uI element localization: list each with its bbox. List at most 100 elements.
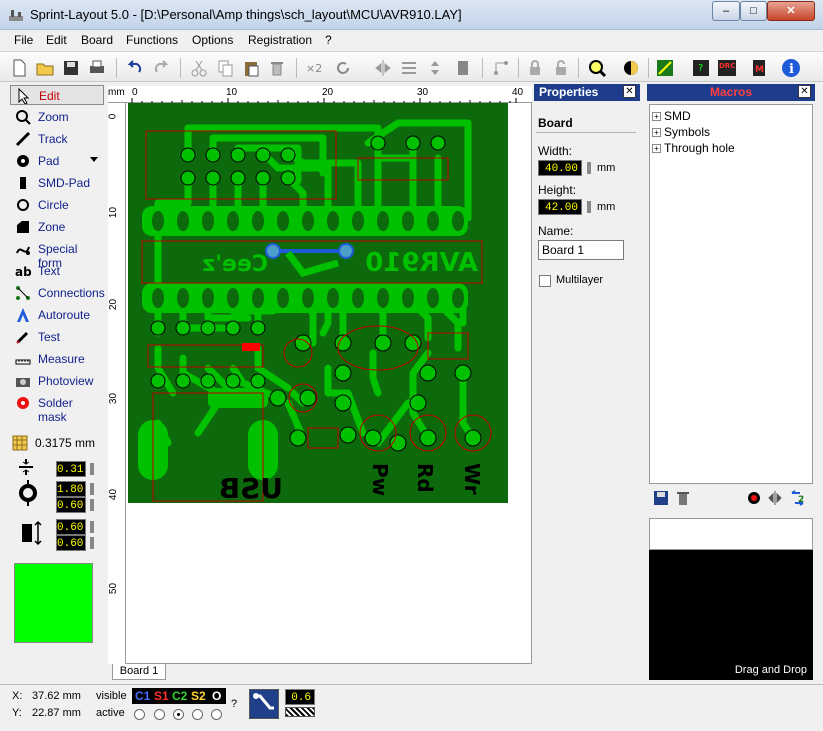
layer-s1[interactable]: S1 [154, 689, 169, 703]
arrow-cursor-icon [18, 88, 30, 104]
tool-text[interactable]: ab| Text [10, 261, 104, 281]
tool-autoroute[interactable]: Autoroute [10, 305, 104, 325]
tree-item-symbols[interactable]: + Symbols [652, 125, 710, 139]
photoview-icon[interactable] [620, 57, 642, 79]
tab-board-1[interactable]: Board 1 [112, 664, 166, 680]
menu-file[interactable]: File [14, 33, 33, 47]
active-c2-radio[interactable] [173, 709, 184, 720]
menu-board[interactable]: Board [81, 33, 113, 47]
autoroute-icon[interactable] [654, 57, 676, 79]
tool-special-form[interactable]: Special form [10, 239, 104, 270]
board-height-spinner-icon[interactable] [585, 199, 593, 215]
open-folder-icon[interactable] [34, 57, 56, 79]
menu-options[interactable]: Options [192, 33, 233, 47]
duplicate-x2-icon[interactable]: ×2 [304, 57, 326, 79]
info-icon[interactable]: i [780, 57, 802, 79]
active-c1-radio[interactable] [134, 709, 145, 720]
pad-outer-spinner-icon[interactable] [88, 481, 96, 497]
mirror-v-icon[interactable] [424, 57, 446, 79]
menu-edit[interactable]: Edit [46, 33, 67, 47]
lock-icon[interactable] [524, 57, 546, 79]
mirror-h-icon[interactable] [372, 57, 394, 79]
tool-circle[interactable]: Circle [10, 195, 104, 215]
track-mode-icon[interactable] [249, 689, 279, 719]
smd-height-input[interactable]: 0.60 [56, 535, 86, 551]
align-icon[interactable] [398, 57, 420, 79]
save-icon[interactable] [60, 57, 82, 79]
pad-outer-input[interactable]: 1.80 [56, 481, 86, 497]
tree-item-smd[interactable]: + SMD [652, 109, 691, 123]
component-icon[interactable] [452, 57, 474, 79]
copy-icon[interactable] [214, 57, 236, 79]
layer-c1[interactable]: C1 [135, 689, 150, 703]
redo-icon[interactable] [150, 57, 172, 79]
tool-connections[interactable]: Connections [10, 283, 105, 303]
current-layer-color-swatch[interactable] [14, 563, 93, 643]
active-o-radio[interactable] [211, 709, 222, 720]
smd-height-spinner-icon[interactable] [88, 535, 96, 551]
cut-icon[interactable] [188, 57, 210, 79]
maximize-button[interactable]: □ [740, 1, 767, 21]
tool-smd-pad[interactable]: SMD-Pad [10, 173, 104, 193]
zoom-value[interactable]: 0.6 [285, 689, 315, 705]
minimize-button[interactable]: – [712, 1, 740, 21]
macros-close-icon[interactable]: ✕ [798, 85, 811, 98]
close-button[interactable]: ✕ [767, 1, 815, 21]
menu-registration[interactable]: Registration [248, 33, 312, 47]
group-icon[interactable] [490, 57, 512, 79]
swap-layer-icon[interactable]: 2 [789, 490, 807, 506]
tool-solder-mask[interactable]: Solder mask [10, 393, 104, 424]
macro-icon[interactable]: M [748, 57, 770, 79]
properties-close-icon[interactable]: ✕ [623, 85, 636, 98]
active-s1-radio[interactable] [154, 709, 165, 720]
tool-zone[interactable]: Zone [10, 217, 104, 237]
tool-zoom[interactable]: Zoom [10, 107, 104, 127]
mirror-macro-icon[interactable] [767, 490, 783, 506]
tool-test[interactable]: Test [10, 327, 104, 347]
fill-pattern-icon[interactable] [285, 707, 315, 717]
delete-macro-icon[interactable] [675, 490, 691, 506]
smd-width-spinner-icon[interactable] [88, 519, 96, 535]
menu-functions[interactable]: Functions [126, 33, 178, 47]
active-s2-radio[interactable] [192, 709, 203, 720]
paste-icon[interactable] [240, 57, 262, 79]
dropdown-arrow-icon[interactable] [90, 157, 98, 163]
layer-o[interactable]: O [212, 689, 221, 703]
tool-photoview[interactable]: Photoview [10, 371, 104, 391]
board-name-input[interactable]: Board 1 [538, 240, 624, 260]
rotate-icon[interactable] [332, 57, 354, 79]
tool-pad[interactable]: Pad [10, 151, 104, 171]
board-width-input[interactable]: 40.00 [538, 160, 582, 176]
board-height-input[interactable]: 42.00 [538, 199, 582, 215]
save-macro-icon[interactable] [653, 490, 669, 506]
multilayer-checkbox[interactable] [539, 275, 551, 287]
tree-item-through-hole[interactable]: + Through hole [652, 141, 735, 155]
grid-selector[interactable]: 0.3175 mm [12, 433, 102, 453]
pcb-board[interactable]: AVR910 Cee'z USB Pw Rd Wr [128, 103, 508, 503]
layer-c2[interactable]: C2 [172, 689, 187, 703]
smd-width-input[interactable]: 0.60 [56, 519, 86, 535]
tool-measure[interactable]: Measure [10, 349, 104, 369]
tool-track[interactable]: Track [10, 129, 104, 149]
unlock-icon[interactable] [550, 57, 572, 79]
track-width-spinner-icon[interactable] [88, 461, 96, 477]
design-check-icon[interactable]: ? [690, 57, 712, 79]
zoom-icon[interactable] [586, 57, 608, 79]
pad-inner-spinner-icon[interactable] [88, 497, 96, 513]
tool-edit[interactable]: Edit [10, 85, 104, 105]
board-width-spinner-icon[interactable] [585, 160, 593, 176]
track-width-input[interactable]: 0.31 [56, 461, 86, 477]
layer-s2[interactable]: S2 [191, 689, 206, 703]
menu-help[interactable]: ? [325, 33, 332, 47]
new-file-icon[interactable] [8, 57, 30, 79]
record-icon[interactable] [746, 490, 762, 506]
drc-icon[interactable]: DRC [716, 57, 738, 79]
print-icon[interactable] [86, 57, 108, 79]
delete-icon[interactable] [266, 57, 288, 79]
height-label: Height: [538, 183, 577, 197]
undo-icon[interactable] [124, 57, 146, 79]
layers-help[interactable]: ? [231, 698, 237, 710]
pad-inner-input[interactable]: 0.60 [56, 497, 86, 513]
x-coord: 37.62 mm [32, 690, 81, 702]
active-label: active [96, 707, 125, 719]
